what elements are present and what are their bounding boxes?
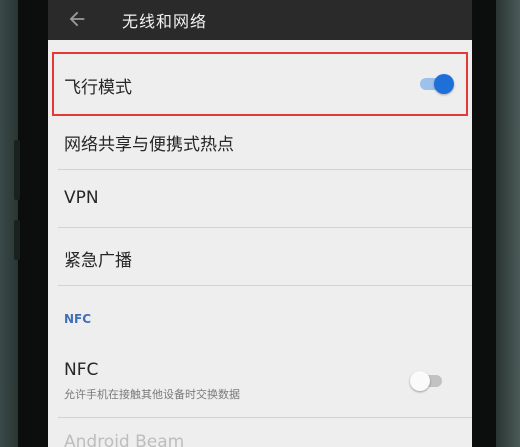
airplane-mode-toggle[interactable] (418, 73, 456, 95)
settings-screen: 无线和网络 飞行模式 网络共享与便携式热点 VPN 紧急广播 NFC NFC 允… (48, 0, 472, 447)
toggle-thumb (434, 74, 454, 94)
app-bar: 无线和网络 (48, 0, 472, 40)
nfc-description: 允许手机在接触其他设备时交换数据 (64, 388, 240, 401)
toggle-thumb (410, 371, 430, 391)
android-beam-row[interactable]: Android Beam (48, 418, 472, 447)
tethering-label: 网络共享与便携式热点 (64, 135, 234, 155)
nfc-section: NFC (48, 286, 472, 336)
volume-button (14, 140, 20, 200)
emergency-broadcast-row[interactable]: 紧急广播 (48, 228, 472, 286)
nfc-section-header: NFC (64, 312, 92, 326)
nfc-row[interactable]: NFC 允许手机在接触其他设备时交换数据 (48, 336, 472, 418)
nfc-label: NFC (64, 360, 99, 380)
airplane-mode-label: 飞行模式 (64, 78, 132, 98)
phone-bezel-left (18, 0, 52, 447)
android-beam-label: Android Beam (64, 432, 185, 447)
vpn-label: VPN (64, 188, 99, 208)
arrow-left-icon[interactable] (66, 8, 88, 30)
emergency-broadcast-label: 紧急广播 (64, 251, 132, 271)
power-button (14, 220, 20, 260)
nfc-toggle[interactable] (410, 370, 448, 392)
tethering-row[interactable]: 网络共享与便携式热点 (48, 114, 472, 170)
page-title: 无线和网络 (122, 12, 208, 31)
vpn-row[interactable]: VPN (48, 170, 472, 228)
phone-bezel-right (470, 0, 496, 447)
airplane-mode-row[interactable]: 飞行模式 (48, 54, 472, 114)
